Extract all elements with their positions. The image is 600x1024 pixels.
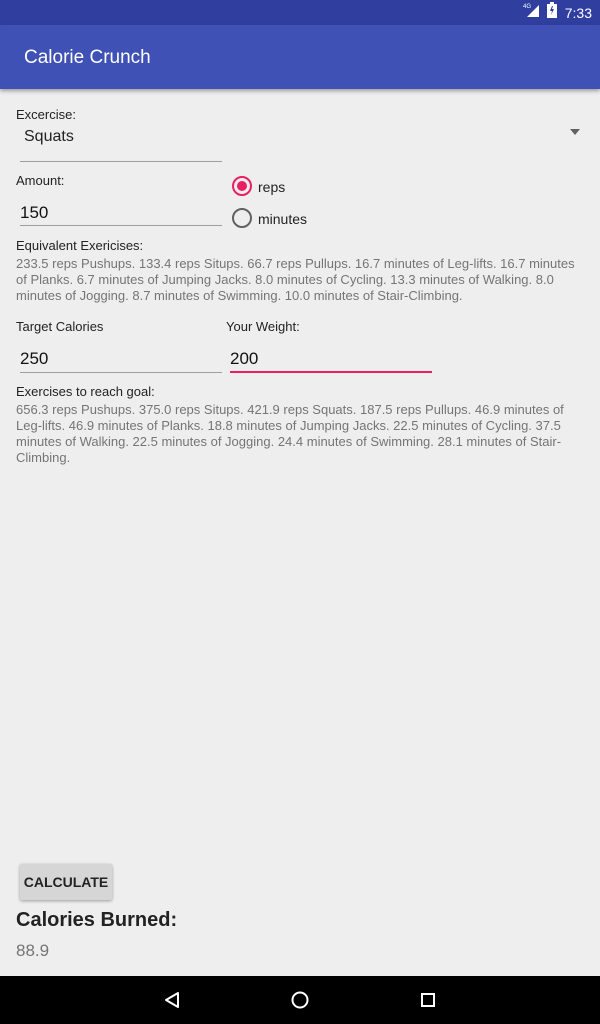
signal-icon: 4G (523, 2, 543, 23)
exercise-spinner[interactable]: Squats (20, 117, 588, 162)
battery-icon (546, 2, 557, 23)
equivalent-text: 233.5 reps Pushups. 133.4 reps Situps. 6… (16, 256, 575, 303)
network-type: 4G (523, 4, 531, 10)
reps-radio[interactable] (232, 176, 252, 196)
status-time: 7:33 (564, 4, 592, 21)
app-title: Calorie Crunch (24, 47, 151, 68)
calculate-button[interactable]: CALCULATE (20, 864, 112, 900)
weight-input[interactable] (230, 348, 430, 370)
reps-radio-label[interactable]: reps (258, 179, 285, 195)
target-calories-label: Target Calories (16, 319, 104, 334)
target-calories-input[interactable] (20, 348, 220, 370)
app-bar: Calorie Crunch (0, 25, 600, 89)
exercise-selected: Squats (24, 128, 74, 145)
recents-icon[interactable] (416, 988, 440, 1012)
minutes-radio-label[interactable]: minutes (258, 211, 307, 227)
goal-text: 656.3 reps Pushups. 375.0 reps Situps. 4… (16, 402, 564, 465)
home-icon[interactable] (288, 988, 312, 1012)
status-bar: 4G 7:33 (0, 0, 600, 25)
target-calories-underline (20, 372, 222, 373)
goal-label: Exercises to reach goal: (16, 384, 155, 399)
amount-input[interactable] (20, 202, 220, 224)
weight-label: Your Weight: (226, 319, 300, 334)
amount-underline (20, 225, 222, 226)
amount-label: Amount: (16, 173, 65, 188)
spinner-underline (20, 161, 222, 162)
calories-burned-title: Calories Burned: (16, 909, 178, 931)
dropdown-arrow-icon (570, 129, 580, 135)
navigation-bar (0, 976, 600, 1024)
weight-underline (230, 371, 432, 373)
equivalent-label: Equivalent Exericises: (16, 238, 144, 253)
calories-burned-value: 88.9 (16, 941, 50, 960)
back-icon[interactable] (160, 988, 184, 1012)
minutes-radio[interactable] (232, 208, 252, 228)
status-icons: 4G 7:33 (523, 0, 592, 25)
